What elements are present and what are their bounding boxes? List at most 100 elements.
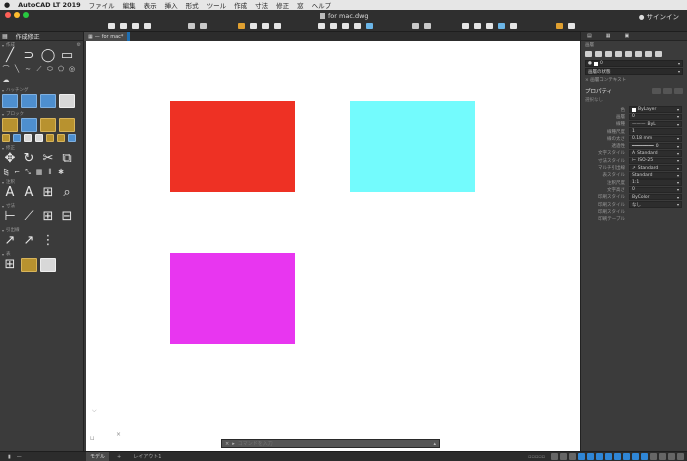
minimize-window-button[interactable] [14, 12, 20, 18]
mleader-tool-icon[interactable]: ↗ [2, 234, 18, 248]
current-layer-dropdown[interactable]: ● 0 ▾ [585, 60, 683, 67]
snap-toggle-icon[interactable] [560, 453, 567, 460]
aligned-dim-icon[interactable]: ⟋ [21, 210, 37, 224]
zoom-window-icon[interactable] [412, 23, 419, 29]
property-plotstyle-table-value[interactable]: なし ▾ [629, 201, 682, 208]
named-views-icon[interactable] [462, 23, 469, 29]
menu-modify[interactable]: 修正 [276, 0, 289, 10]
layer-walk-icon[interactable] [366, 23, 373, 29]
share-icon[interactable] [556, 23, 563, 29]
rectangle-tool-icon[interactable]: ▭ [59, 49, 75, 63]
save-as-icon[interactable] [144, 23, 151, 29]
dim-style-icon[interactable]: ⊞ [40, 210, 56, 224]
layer-iso-icon[interactable] [645, 51, 652, 57]
magenta-rectangle[interactable] [170, 253, 295, 344]
leader-edit-icon[interactable]: ↗ [21, 234, 37, 248]
gear-icon[interactable] [677, 453, 684, 460]
infer-toggle-icon[interactable] [569, 453, 576, 460]
text-tool-icon[interactable]: A [21, 186, 37, 200]
zoom-window-button[interactable] [23, 12, 29, 18]
palette-toggle-icon[interactable]: ▮ [8, 454, 11, 460]
table-style-icon[interactable] [21, 258, 37, 272]
tab-layout1[interactable]: レイアウト1 [129, 452, 165, 461]
quick-select-button[interactable] [652, 88, 661, 94]
transparency-toggle-icon[interactable] [632, 453, 639, 460]
layer-walk-icon[interactable] [655, 51, 662, 57]
polygon-tool-icon[interactable]: ⬠ [57, 65, 65, 73]
find-text-icon[interactable]: ⌕ [59, 186, 75, 200]
layer-iso-icon[interactable] [342, 23, 349, 29]
gradient-tool-icon[interactable] [21, 94, 37, 108]
ortho-toggle-icon[interactable] [578, 453, 585, 460]
grid-toggle-icon[interactable] [551, 453, 558, 460]
property-linetype-value[interactable]: ——— ByL ▾ [629, 121, 682, 128]
circle-tool-icon[interactable]: ◯ [40, 49, 56, 63]
osnap-tracking-icon[interactable] [605, 453, 612, 460]
pan-icon[interactable] [424, 23, 431, 29]
menu-edit[interactable]: 編集 [123, 0, 136, 10]
selection-cycling-icon[interactable] [641, 453, 648, 460]
gear-icon[interactable]: ⚙ [77, 42, 81, 48]
properties-match-icon[interactable] [238, 23, 245, 29]
transparency-slider[interactable]: ━━━━━━━━ [632, 144, 654, 149]
baseline-dim-icon[interactable]: ⊟ [59, 210, 75, 224]
orbit-icon[interactable] [498, 23, 505, 29]
add-layout-button[interactable]: + [113, 453, 125, 461]
signin-button[interactable]: ● サインイン [639, 11, 679, 21]
close-window-button[interactable] [5, 12, 11, 18]
tab-blocks-icon[interactable]: ▣ [624, 33, 629, 39]
tab-layers-icon[interactable]: ▤ [587, 33, 592, 39]
array-tool-icon[interactable]: ▦ [35, 168, 43, 176]
property-tablestyle-value[interactable]: Standard ▾ [629, 172, 682, 179]
command-line[interactable]: × ▸ ▴ [221, 439, 440, 448]
select-objects-button[interactable] [663, 88, 672, 94]
mirror-tool-icon[interactable]: ⧎ [2, 168, 10, 176]
data-link-icon[interactable] [40, 258, 56, 272]
redo-icon[interactable] [200, 23, 207, 29]
region-tool-icon[interactable] [59, 94, 75, 108]
block-tool-icon-5[interactable] [46, 134, 54, 142]
spline-tool-icon[interactable]: ∼ [24, 65, 32, 73]
table-tool-icon[interactable]: ⊞ [2, 258, 18, 272]
text-style-icon[interactable]: ⊞ [40, 186, 56, 200]
undo-icon[interactable] [188, 23, 195, 29]
layer-off-icon[interactable] [615, 51, 622, 57]
polyline-tool-icon[interactable]: ⊃ [21, 49, 37, 63]
linear-dim-icon[interactable]: ⊢ [2, 210, 18, 224]
save-icon[interactable] [132, 23, 139, 29]
layer-match-icon[interactable] [354, 23, 361, 29]
palette-grid-icon[interactable]: ▦ [2, 33, 8, 40]
revcloud-tool-icon[interactable]: ☁ [2, 76, 10, 84]
osnap-toggle-icon[interactable] [614, 453, 621, 460]
arc-tool-icon[interactable]: ⌒ [2, 65, 10, 73]
annotation-visibility-icon[interactable] [650, 453, 657, 460]
regen-icon[interactable] [486, 23, 493, 29]
tab-draw-modify[interactable]: 作成修正 [16, 32, 40, 41]
menu-tools[interactable]: ツール [207, 0, 227, 10]
layer-context-row[interactable]: × 画層コンテキスト [581, 76, 687, 84]
menu-view[interactable]: 表示 [144, 0, 157, 10]
property-plotstyle-value[interactable]: ByColor ▾ [629, 194, 682, 201]
property-mleaderstyle-value[interactable]: ↗ Standard ▾ [629, 164, 682, 172]
mtext-tool-icon[interactable]: A [2, 186, 18, 200]
attribute-icon[interactable] [59, 118, 75, 132]
tab-model[interactable]: モデル [86, 452, 110, 461]
xline-tool-icon[interactable]: ╲ [13, 65, 21, 73]
layer-freeze-icon[interactable] [625, 51, 632, 57]
paste-icon[interactable] [274, 23, 281, 29]
annotation-scale-icon[interactable] [659, 453, 666, 460]
document-tab[interactable]: ▦ — for mac* [84, 32, 128, 41]
block-tool-icon-4[interactable] [35, 134, 43, 142]
property-ltscale-value[interactable]: 1 [629, 128, 682, 135]
copy-clip-icon[interactable] [262, 23, 269, 29]
layer-lock-icon[interactable] [635, 51, 642, 57]
menu-insert[interactable]: 挿入 [165, 0, 178, 10]
cyan-rectangle[interactable] [350, 101, 475, 192]
app-menu[interactable]: AutoCAD LT 2019 [18, 1, 81, 9]
layer-state-dropdown[interactable]: 画層の状態 ▾ [585, 68, 683, 75]
block-tool-icon-2[interactable] [13, 134, 21, 142]
block-tool-icon-3[interactable] [24, 134, 32, 142]
property-lineweight-value[interactable]: 0.18 mm ▾ [629, 135, 682, 143]
leader-align-icon[interactable]: ⋮ [40, 234, 56, 248]
layer-current-icon[interactable] [605, 51, 612, 57]
